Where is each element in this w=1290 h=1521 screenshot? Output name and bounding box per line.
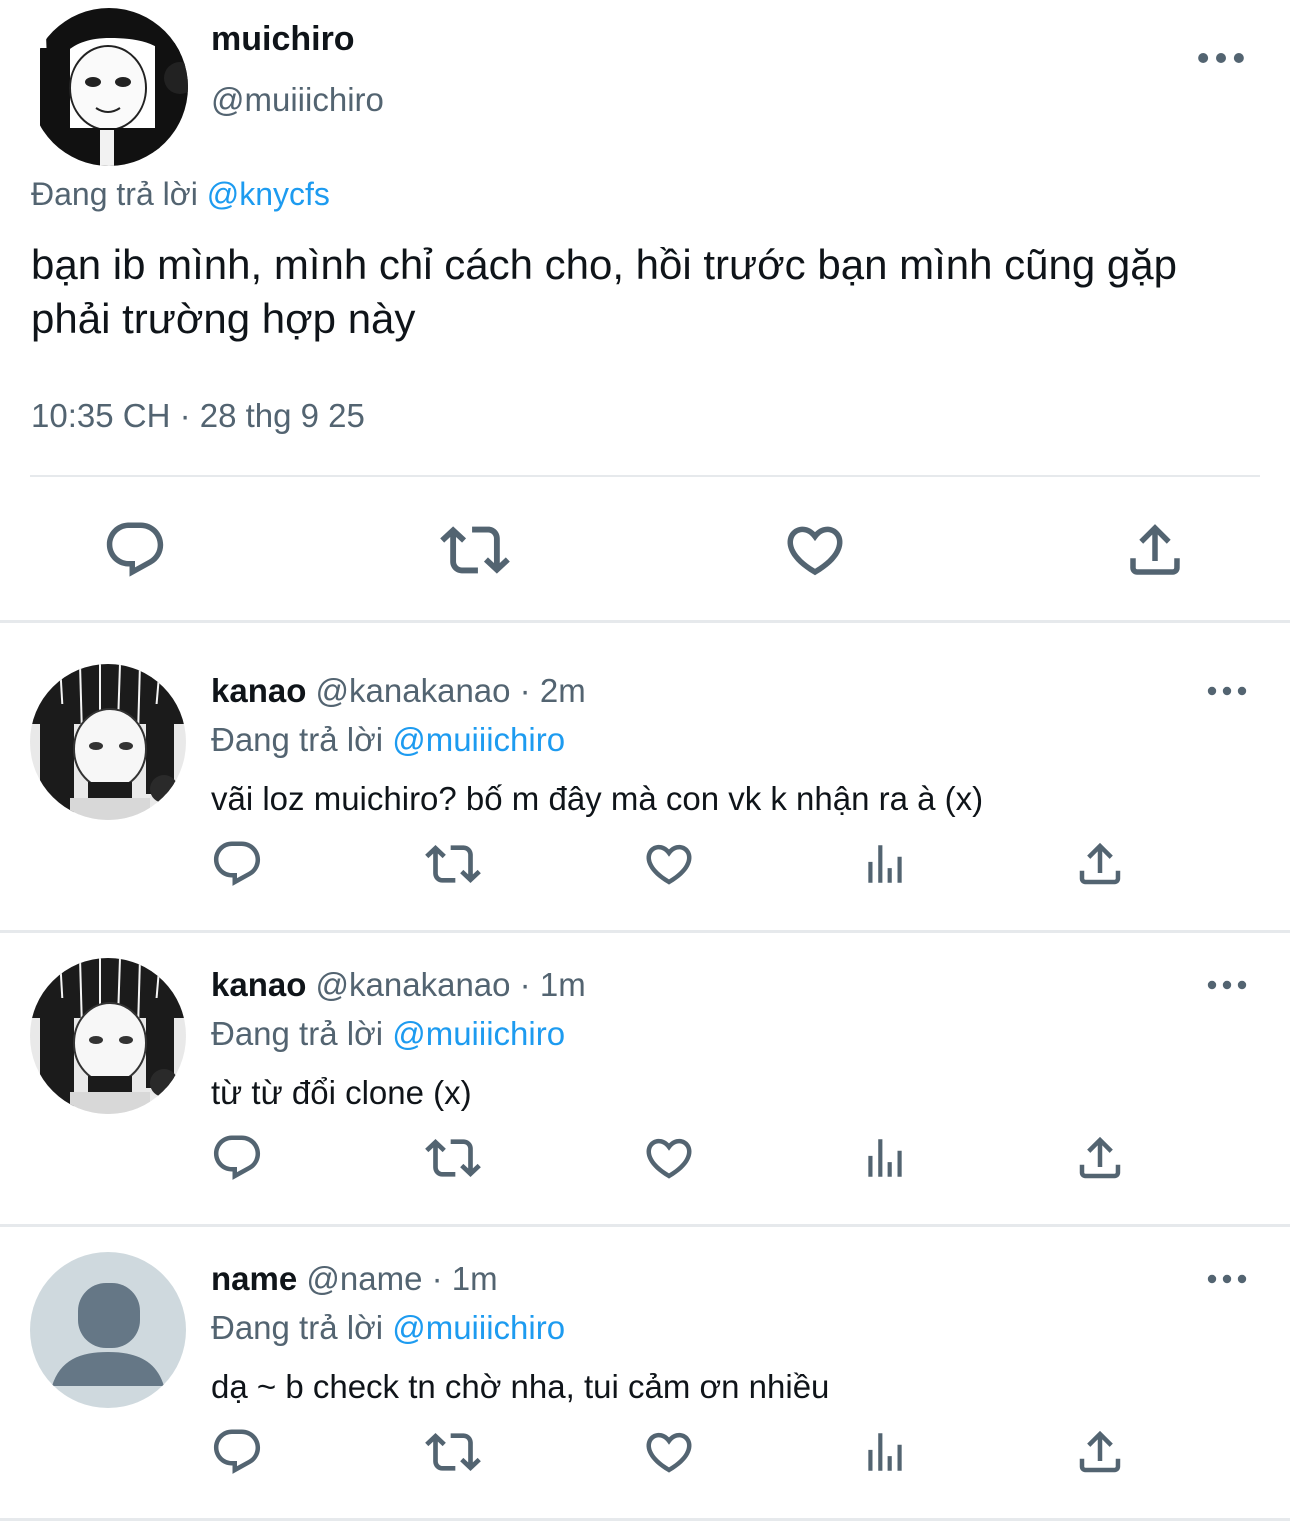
like-icon: [642, 1131, 696, 1185]
tweet-text: vãi loz muichiro? bố m đây mà con vk k n…: [211, 780, 984, 817]
focused-tweet: muichiro @muiiichiro Đang trả lời @knycf…: [0, 0, 1290, 620]
replying-to-line: Đang trả lời @muiiichiro: [211, 1309, 565, 1347]
share-button[interactable]: [1120, 515, 1190, 585]
avatar[interactable]: [30, 664, 186, 820]
views-icon: [860, 839, 910, 889]
replying-to-line: Đang trả lời @muiiichiro: [211, 1015, 565, 1053]
views-button[interactable]: [857, 1424, 913, 1480]
tweet-actions: [0, 836, 1290, 892]
replying-prefix: Đang trả lời: [211, 1015, 384, 1052]
more-options-button[interactable]: [1206, 978, 1248, 998]
like-icon: [642, 837, 696, 891]
tweet-text: bạn ib mình, mình chỉ cách cho, hồi trướ…: [31, 241, 1177, 342]
retweet-button[interactable]: [425, 836, 481, 892]
replying-to-mention[interactable]: @muiiichiro: [392, 1309, 565, 1346]
retweet-icon: [440, 515, 510, 585]
tweet-text: dạ ~ b check tn chờ nha, tui cảm ơn nhiề…: [211, 1368, 830, 1405]
share-icon: [1122, 517, 1188, 583]
tweet-actions: [0, 1424, 1290, 1480]
like-icon: [642, 1425, 696, 1479]
views-button[interactable]: [857, 1130, 913, 1186]
avatar[interactable]: [30, 1252, 186, 1408]
tweet-actions: [0, 515, 1290, 585]
replying-prefix: Đang trả lời: [211, 1309, 384, 1346]
more-icon: [1206, 979, 1248, 991]
like-button[interactable]: [641, 1130, 697, 1186]
divider: [30, 475, 1260, 477]
replying-prefix: Đang trả lời: [211, 721, 384, 758]
replying-to-line: Đang trả lời @muiiichiro: [211, 721, 565, 759]
share-icon: [1073, 837, 1127, 891]
tweet-timestamp[interactable]: 10:35 CH · 28 thg 9 25: [31, 397, 365, 435]
share-button[interactable]: [1072, 836, 1128, 892]
reply-header: name @name · 1m: [211, 1260, 498, 1298]
reply-tweet[interactable]: kanao @kanakanao · 2m Đang trả lời @muii…: [0, 664, 1290, 954]
author-name[interactable]: kanao: [211, 966, 306, 1003]
reply-header: kanao @kanakanao · 1m: [211, 966, 586, 1004]
avatar[interactable]: [30, 8, 188, 166]
replying-to-mention[interactable]: @knycfs: [207, 176, 330, 212]
share-button[interactable]: [1072, 1130, 1128, 1186]
author-meta: @kanakanao · 2m: [315, 672, 586, 709]
reply-button[interactable]: [209, 1130, 265, 1186]
tweet-text: từ từ đổi clone (x): [211, 1074, 472, 1111]
tweet-actions: [0, 1130, 1290, 1186]
reply-tweet[interactable]: kanao @kanakanao · 1m Đang trả lời @muii…: [0, 958, 1290, 1248]
retweet-icon: [425, 1424, 481, 1480]
reply-header: kanao @kanakanao · 2m: [211, 672, 586, 710]
reply-icon: [210, 1425, 264, 1479]
reply-button[interactable]: [209, 1424, 265, 1480]
author-meta: @name · 1m: [306, 1260, 498, 1297]
retweet-button[interactable]: [425, 1130, 481, 1186]
retweet-button[interactable]: [425, 1424, 481, 1480]
anime-avatar-image: [30, 8, 188, 166]
share-icon: [1073, 1425, 1127, 1479]
more-options-button[interactable]: [1196, 46, 1246, 70]
default-avatar-image: [30, 1252, 186, 1408]
avatar[interactable]: [30, 958, 186, 1114]
reply-button[interactable]: [100, 515, 170, 585]
like-button[interactable]: [780, 515, 850, 585]
reply-icon: [210, 1131, 264, 1185]
retweet-icon: [425, 836, 481, 892]
anime-avatar-image: [30, 958, 186, 1114]
share-icon: [1073, 1131, 1127, 1185]
replying-to-mention[interactable]: @muiiichiro: [392, 721, 565, 758]
more-options-button[interactable]: [1206, 684, 1248, 704]
more-icon: [1196, 46, 1246, 70]
more-icon: [1206, 1273, 1248, 1285]
retweet-icon: [425, 1130, 481, 1186]
divider: [0, 930, 1290, 933]
replying-prefix: Đang trả lời: [31, 176, 198, 212]
like-button[interactable]: [641, 836, 697, 892]
share-button[interactable]: [1072, 1424, 1128, 1480]
replying-to-line: Đang trả lời @knycfs: [31, 176, 330, 213]
like-button[interactable]: [641, 1424, 697, 1480]
reply-icon: [210, 837, 264, 891]
reply-icon: [102, 517, 168, 583]
author-name[interactable]: name: [211, 1260, 297, 1297]
reply-tweet[interactable]: name @name · 1m Đang trả lời @muiiichiro…: [0, 1252, 1290, 1521]
replying-to-mention[interactable]: @muiiichiro: [392, 1015, 565, 1052]
retweet-button[interactable]: [440, 515, 510, 585]
author-handle[interactable]: @muiiichiro: [211, 81, 384, 119]
reply-button[interactable]: [209, 836, 265, 892]
author-name[interactable]: muichiro: [211, 20, 355, 59]
views-icon: [860, 1133, 910, 1183]
like-icon: [782, 517, 848, 583]
more-options-button[interactable]: [1206, 1272, 1248, 1292]
divider: [0, 1224, 1290, 1227]
author-meta: @kanakanao · 1m: [315, 966, 586, 1003]
more-icon: [1206, 685, 1248, 697]
views-button[interactable]: [857, 836, 913, 892]
author-name[interactable]: kanao: [211, 672, 306, 709]
views-icon: [860, 1427, 910, 1477]
anime-avatar-image: [30, 664, 186, 820]
divider: [0, 620, 1290, 623]
